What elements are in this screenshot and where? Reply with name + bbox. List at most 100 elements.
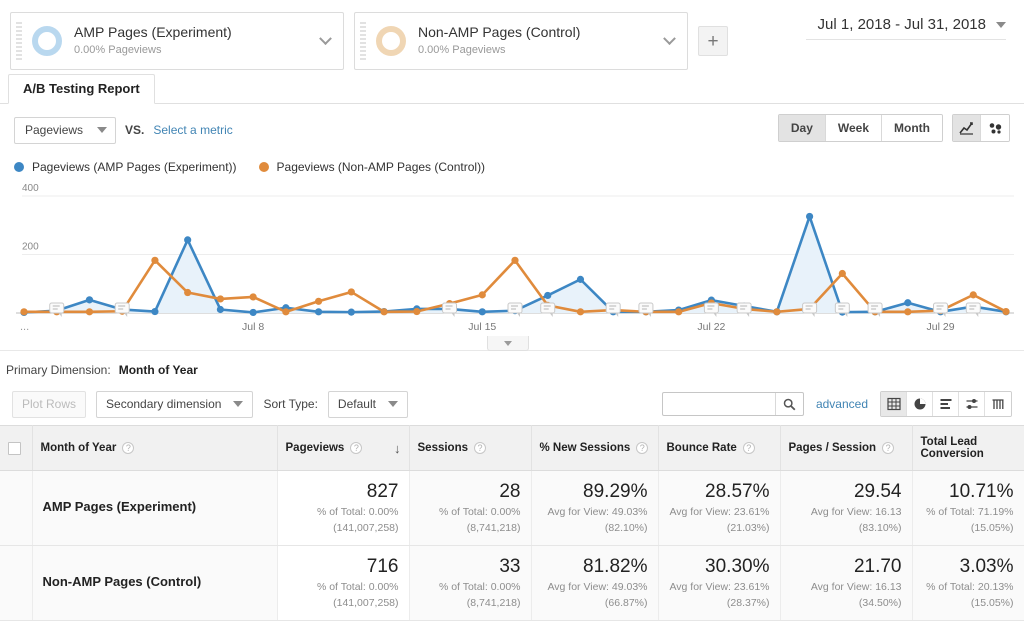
segment-card-experiment[interactable]: AMP Pages (Experiment) 0.00% Pageviews <box>10 12 344 70</box>
cell-value: 81.82% <box>583 556 648 577</box>
date-range-picker[interactable]: Jul 1, 2018 - Jul 31, 2018 <box>806 16 1006 40</box>
chevron-down-icon[interactable] <box>657 29 681 53</box>
help-icon[interactable]: ? <box>636 442 649 454</box>
scatter-plot-icon[interactable] <box>981 115 1009 141</box>
collapse-chart-button[interactable] <box>487 336 529 351</box>
sort-descending-icon[interactable]: ↓ <box>394 441 401 456</box>
cell-subtext-2: (8,741,218) <box>466 522 521 534</box>
svg-text:Jul 8: Jul 8 <box>242 321 264 333</box>
row-select-cell[interactable] <box>0 545 33 621</box>
vs-label: VS. <box>125 123 145 137</box>
cell-subtext-2: (34.50%) <box>858 597 902 609</box>
column-label: Bounce Rate <box>666 442 737 454</box>
cell-pageviews: 716 % of Total: 0.00% (141,007,258) <box>277 545 410 621</box>
column-header-sessions[interactable]: Sessions ? <box>409 425 532 471</box>
help-icon[interactable]: ? <box>350 442 363 454</box>
cell-subtext-2: (15.05%) <box>970 522 1014 534</box>
legend-item-control[interactable]: Pageviews (Non-AMP Pages (Control)) <box>258 160 486 174</box>
svg-text:200: 200 <box>22 242 39 253</box>
legend-label: Pageviews (Non-AMP Pages (Control)) <box>276 160 486 174</box>
primary-dimension-row: Primary Dimension: Month of Year <box>0 351 1024 385</box>
row-label[interactable]: AMP Pages (Experiment) <box>43 481 267 514</box>
pivot-view-icon[interactable] <box>985 392 1011 416</box>
segment-subtitle: 0.00% Pageviews <box>74 44 162 56</box>
primary-dimension-value[interactable]: Month of Year <box>119 363 198 377</box>
plot-rows-button[interactable]: Plot Rows <box>12 390 87 418</box>
column-label: Pageviews <box>285 442 345 454</box>
search-area: advanced <box>661 391 1012 417</box>
search-box[interactable] <box>661 392 804 416</box>
granularity-month-button[interactable]: Month <box>882 115 942 141</box>
help-icon[interactable]: ? <box>742 442 755 454</box>
segment-title: AMP Pages (Experiment) <box>74 24 232 40</box>
column-label: Pages / Session <box>788 442 877 454</box>
cell-subtext-2: (141,007,258) <box>333 597 399 609</box>
table-row[interactable]: Non-AMP Pages (Control) 716 % of Total: … <box>0 545 1024 621</box>
cell-new-sessions: 89.29% Avg for View: 49.03% (82.10%) <box>531 470 659 546</box>
performance-view-icon[interactable] <box>959 392 985 416</box>
chevron-down-icon <box>97 127 108 133</box>
timeseries-chart[interactable]: 200 400 Jul 8 Jul 15 Jul 22 Jul 29... <box>0 182 1024 351</box>
cell-bounce-rate: 28.57% Avg for View: 23.61% (21.03%) <box>658 470 781 546</box>
cell-subtext-1: Avg for View: 49.03% <box>547 506 648 518</box>
column-header-pages-per-session[interactable]: Pages / Session ? <box>780 425 913 471</box>
segment-subtitle: 0.00% Pageviews <box>418 44 506 56</box>
segment-card-control[interactable]: Non-AMP Pages (Control) 0.00% Pageviews <box>354 12 688 70</box>
help-icon[interactable]: ? <box>474 442 486 454</box>
table-controls-row: Plot Rows Secondary dimension Sort Type:… <box>0 385 1024 425</box>
legend-item-experiment[interactable]: Pageviews (AMP Pages (Experiment)) <box>14 160 237 174</box>
help-icon[interactable]: ? <box>122 442 135 454</box>
pie-view-icon[interactable] <box>907 392 933 416</box>
line-chart-icon[interactable] <box>953 115 981 141</box>
add-segment-button[interactable]: + <box>698 26 728 56</box>
report-table: Month of Year ? Pageviews ? ↓ Sessions ? <box>0 425 1024 621</box>
select-all-header[interactable] <box>0 425 33 471</box>
metric-dropdown[interactable]: Pageviews <box>14 116 117 144</box>
table-view-icon[interactable] <box>881 392 907 416</box>
segment-title: Non-AMP Pages (Control) <box>418 24 581 40</box>
table-row[interactable]: AMP Pages (Experiment) 827 % of Total: 0… <box>0 470 1024 546</box>
cell-subtext-1: Avg for View: 16.13 <box>810 506 902 518</box>
advanced-link[interactable]: advanced <box>816 397 868 411</box>
granularity-day-button[interactable]: Day <box>778 115 826 141</box>
cell-total-lead-conversion: 10.71% % of Total: 71.19% (15.05%) <box>912 470 1024 546</box>
cell-value: 28.57% <box>705 481 770 502</box>
drag-handle-icon[interactable] <box>360 22 368 60</box>
granularity-toggle-group: Day Week Month <box>777 114 943 142</box>
column-header-new-sessions[interactable]: % New Sessions ? <box>531 425 659 471</box>
sort-type-dropdown[interactable]: Default <box>327 390 408 418</box>
granularity-week-button[interactable]: Week <box>825 115 883 141</box>
cell-sessions: 28 % of Total: 0.00% (8,741,218) <box>409 470 532 546</box>
table-header-row: Month of Year ? Pageviews ? ↓ Sessions ? <box>0 425 1024 471</box>
tab-ab-testing-report[interactable]: A/B Testing Report <box>8 74 155 104</box>
cell-value: 33 <box>499 556 521 577</box>
column-header-bounce-rate[interactable]: Bounce Rate ? <box>658 425 781 471</box>
cell-value: 30.30% <box>705 556 770 577</box>
cell-subtext-2: (21.03%) <box>726 522 770 534</box>
select-all-checkbox[interactable] <box>8 441 21 455</box>
column-header-total-lead-conversion[interactable]: Total Lead Conversion <box>912 425 1024 471</box>
bar-view-icon[interactable] <box>933 392 959 416</box>
chevron-down-icon <box>233 401 244 407</box>
row-select-cell[interactable] <box>0 470 33 546</box>
chevron-down-icon[interactable] <box>313 29 337 53</box>
column-label: Sessions <box>417 442 469 454</box>
cell-pages-per-session: 21.70 Avg for View: 16.13 (34.50%) <box>780 545 913 621</box>
cell-subtext-1: % of Total: 0.00% <box>438 506 521 518</box>
cell-subtext-2: (28.37%) <box>726 597 770 609</box>
metric-selector-row: Pageviews VS. Select a metric Day Week M… <box>0 104 1024 154</box>
drag-handle-icon[interactable] <box>16 22 24 60</box>
help-icon[interactable]: ? <box>882 442 895 454</box>
column-header-month-of-year[interactable]: Month of Year ? <box>32 425 278 471</box>
search-icon[interactable] <box>774 393 803 415</box>
cell-value: 10.71% <box>949 481 1014 502</box>
legend-color-swatch <box>258 162 269 172</box>
column-label: Total Lead Conversion <box>920 436 984 460</box>
select-a-metric-link[interactable]: Select a metric <box>153 123 232 137</box>
search-input[interactable] <box>662 393 775 415</box>
column-header-pageviews[interactable]: Pageviews ? ↓ <box>277 425 410 471</box>
row-label[interactable]: Non-AMP Pages (Control) <box>43 556 267 589</box>
cell-value: 29.54 <box>853 481 902 502</box>
cell-subtext-1: % of Total: 0.00% <box>316 506 399 518</box>
secondary-dimension-dropdown[interactable]: Secondary dimension <box>96 390 254 418</box>
